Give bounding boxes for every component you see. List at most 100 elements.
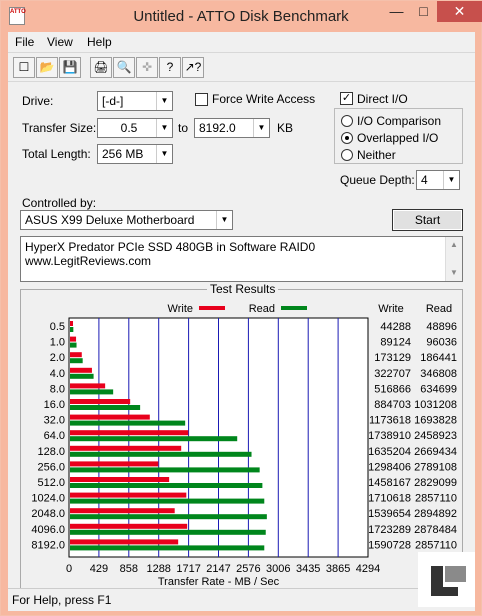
write-value: 1173618: [369, 415, 411, 427]
legend-write-label: Write: [168, 303, 193, 315]
client-area: File View Help ☐ 📂 💾 🖨 🔍 ✜ ? ↗? Drive: […: [8, 32, 475, 611]
queue-depth-select[interactable]: 4 ▼: [416, 170, 460, 190]
write-bar: [70, 367, 92, 373]
save-icon[interactable]: 💾: [59, 57, 81, 78]
scroll-down-icon[interactable]: ▼: [446, 265, 462, 281]
read-value: 2669434: [414, 446, 457, 458]
write-value: 1458167: [368, 477, 411, 489]
maximize-button[interactable]: □: [410, 1, 437, 22]
start-button[interactable]: Start: [392, 209, 463, 231]
x-tick-label: 858: [120, 563, 138, 575]
move-icon[interactable]: ✜: [136, 57, 158, 78]
chevron-down-icon[interactable]: ▼: [216, 211, 232, 229]
category-label: 0.5: [50, 321, 65, 333]
write-value: 173129: [374, 352, 411, 364]
x-tick-label: 1717: [176, 563, 200, 575]
new-file-icon[interactable]: ☐: [13, 57, 35, 78]
write-bar: [70, 523, 188, 529]
chevron-down-icon[interactable]: ▼: [253, 119, 269, 137]
read-value: 2458923: [414, 430, 457, 442]
read-value: 186441: [420, 352, 457, 364]
write-bar: [70, 492, 187, 498]
transfer-to-select[interactable]: 8192.0 ▼: [194, 118, 270, 138]
write-value: 1723289: [368, 524, 411, 536]
write-bar: [70, 508, 175, 514]
read-bar: [70, 545, 265, 551]
write-value: 1738910: [368, 430, 411, 442]
chevron-down-icon[interactable]: ▼: [443, 171, 459, 189]
total-length-select[interactable]: 256 MB ▼: [97, 144, 173, 164]
read-bar: [70, 529, 266, 535]
scroll-up-icon[interactable]: ▲: [446, 237, 462, 253]
status-text: For Help, press F1: [12, 593, 112, 607]
controlled-by-select[interactable]: ASUS X99 Deluxe Motherboard ▼: [20, 210, 233, 230]
overlapped-io-radio[interactable]: [341, 132, 353, 144]
menu-file[interactable]: File: [15, 35, 34, 49]
read-bar: [70, 327, 74, 332]
x-tick-label: 429: [90, 563, 108, 575]
write-bar: [70, 321, 74, 326]
write-bar: [70, 539, 179, 545]
chevron-down-icon[interactable]: ▼: [156, 145, 172, 163]
read-value: 2878484: [414, 524, 457, 536]
menu-view[interactable]: View: [47, 35, 73, 49]
open-folder-icon[interactable]: 📂: [36, 57, 58, 78]
neither-radio[interactable]: [341, 149, 353, 161]
description-memo[interactable]: HyperX Predator PCIe SSD 480GB in Softwa…: [20, 236, 463, 282]
transfer-size-label: Transfer Size:: [22, 121, 97, 135]
category-label: 2048.0: [31, 508, 65, 520]
logo-graphic: [424, 560, 468, 598]
x-tick-label: 2147: [206, 563, 230, 575]
direct-io-checkbox[interactable]: ✓: [340, 92, 353, 105]
kb-label: KB: [277, 121, 294, 135]
write-column-header: Write: [378, 303, 403, 315]
read-value: 2857110: [415, 493, 457, 505]
category-label: 4.0: [50, 368, 65, 380]
help-icon[interactable]: ?: [159, 57, 181, 78]
total-length-label: Total Length:: [22, 147, 91, 161]
force-write-checkbox[interactable]: [195, 93, 208, 106]
overlapped-io-label: Overlapped I/O: [357, 131, 439, 145]
read-value: 2789108: [414, 461, 457, 473]
transfer-to-value: 8192.0: [199, 121, 236, 135]
x-axis-label: Transfer Rate - MB / Sec: [158, 576, 280, 588]
print-icon[interactable]: 🖨: [90, 57, 112, 78]
transfer-from-select[interactable]: 0.5 ▼: [97, 118, 173, 138]
to-label: to: [178, 121, 189, 135]
memo-scrollbar[interactable]: ▲ ▼: [445, 237, 462, 281]
read-value: 2829099: [414, 477, 457, 489]
status-bar: For Help, press F1: [8, 588, 475, 611]
app-window: ATTO Untitled - ATTO Disk Benchmark — □ …: [0, 0, 482, 616]
queue-depth-label: Queue Depth:: [340, 173, 415, 187]
write-bar: [70, 430, 189, 436]
write-bar: [70, 399, 131, 404]
x-tick-label: 3006: [266, 563, 290, 575]
minimize-button[interactable]: —: [383, 1, 410, 22]
chevron-down-icon[interactable]: ▼: [156, 119, 172, 137]
x-tick-label: 0: [66, 563, 72, 575]
write-value: 884703: [374, 399, 411, 411]
print-preview-icon[interactable]: 🔍: [113, 57, 135, 78]
menu-help[interactable]: Help: [87, 35, 112, 49]
category-label: 128.0: [37, 446, 65, 458]
category-label: 8192.0: [31, 539, 65, 551]
io-comparison-radio[interactable]: [341, 115, 353, 127]
memo-line-1: HyperX Predator PCIe SSD 480GB in Softwa…: [25, 240, 316, 254]
force-write-label: Force Write Access: [212, 92, 316, 106]
io-comparison-label: I/O Comparison: [357, 114, 442, 128]
legend-read-label: Read: [249, 303, 275, 315]
title-bar[interactable]: ATTO Untitled - ATTO Disk Benchmark — □ …: [1, 1, 482, 32]
x-tick-label: 3435: [296, 563, 320, 575]
x-tick-label: 4294: [356, 563, 380, 575]
drive-value: [-d-]: [102, 94, 124, 108]
neither-label: Neither: [357, 148, 396, 162]
read-bar: [70, 342, 77, 348]
read-bar: [70, 483, 263, 488]
drive-select[interactable]: [-d-] ▼: [97, 91, 173, 111]
close-button[interactable]: ✕: [437, 1, 482, 22]
write-bar: [70, 445, 182, 451]
context-help-icon[interactable]: ↗?: [182, 57, 204, 78]
write-value: 44288: [380, 321, 411, 333]
toolbar: ☐ 📂 💾 🖨 🔍 ✜ ? ↗?: [8, 52, 475, 82]
chevron-down-icon[interactable]: ▼: [156, 92, 172, 110]
